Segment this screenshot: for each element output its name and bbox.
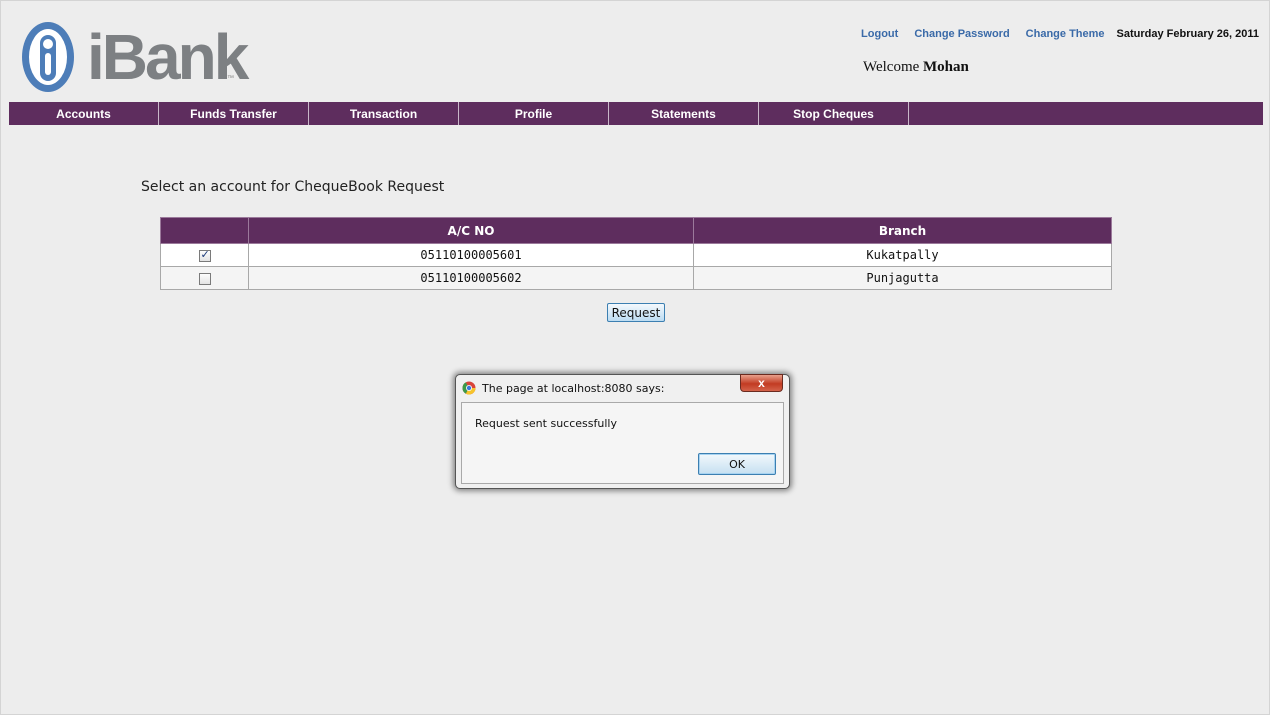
row-select-cell <box>160 243 249 267</box>
nav-item-profile[interactable]: Profile <box>459 102 609 125</box>
request-button[interactable]: Request <box>607 303 665 322</box>
welcome-user-name: Mohan <box>923 59 969 75</box>
change-password-link[interactable]: Change Password <box>914 28 1009 40</box>
current-date: Saturday February 26, 2011 <box>1116 28 1259 40</box>
dialog-title: The page at localhost:8080 says: <box>482 382 665 395</box>
close-icon: x <box>758 376 765 390</box>
column-header-acno: A/C NO <box>248 217 694 244</box>
column-header-select <box>160 217 249 244</box>
nav-item-accounts[interactable]: Accounts <box>9 102 159 125</box>
dialog-close-button[interactable]: x <box>740 374 783 392</box>
main-nav: Accounts Funds Transfer Transaction Prof… <box>9 102 1263 125</box>
table-row: 05110100005601 Kukatpally <box>160 243 1112 267</box>
nav-item-statements[interactable]: Statements <box>609 102 759 125</box>
ibank-logo-icon <box>22 22 74 92</box>
account-checkbox[interactable] <box>198 248 211 262</box>
nav-item-stop-cheques[interactable]: Stop Cheques <box>759 102 909 125</box>
change-theme-link[interactable]: Change Theme <box>1026 28 1105 40</box>
dialog-ok-button[interactable]: OK <box>698 453 776 475</box>
ibank-logo: iBank ™ <box>21 21 249 95</box>
alert-dialog: The page at localhost:8080 says: x Reque… <box>455 374 790 489</box>
table-row: 05110100005602 Punjagutta <box>160 266 1112 290</box>
top-links: Logout Change Password Change Theme Satu… <box>861 28 1259 40</box>
table-header-row: A/C NO Branch <box>160 217 1112 244</box>
chrome-browser-icon <box>462 381 476 395</box>
branch-cell: Punjagutta <box>693 266 1112 290</box>
column-header-branch: Branch <box>693 217 1112 244</box>
dialog-body: Request sent successfully OK <box>461 402 784 484</box>
welcome-prefix: Welcome <box>863 59 920 75</box>
trademark-mark: ™ <box>227 75 234 82</box>
acno-cell: 05110100005602 <box>248 266 694 290</box>
page-heading: Select an account for ChequeBook Request <box>141 179 445 195</box>
account-table: A/C NO Branch 05110100005601 Kukatpally … <box>160 217 1112 290</box>
welcome-message: Welcome Mohan <box>863 59 969 76</box>
branch-cell: Kukatpally <box>693 243 1112 267</box>
row-select-cell <box>160 266 249 290</box>
account-checkbox[interactable] <box>198 272 211 285</box>
logout-link[interactable]: Logout <box>861 28 898 40</box>
dialog-message: Request sent successfully <box>475 417 617 430</box>
nav-item-funds-transfer[interactable]: Funds Transfer <box>159 102 309 125</box>
nav-item-transaction[interactable]: Transaction <box>309 102 459 125</box>
acno-cell: 05110100005601 <box>248 243 694 267</box>
dialog-titlebar[interactable]: The page at localhost:8080 says: x <box>456 374 789 401</box>
ibank-logo-text: iBank <box>87 21 249 93</box>
